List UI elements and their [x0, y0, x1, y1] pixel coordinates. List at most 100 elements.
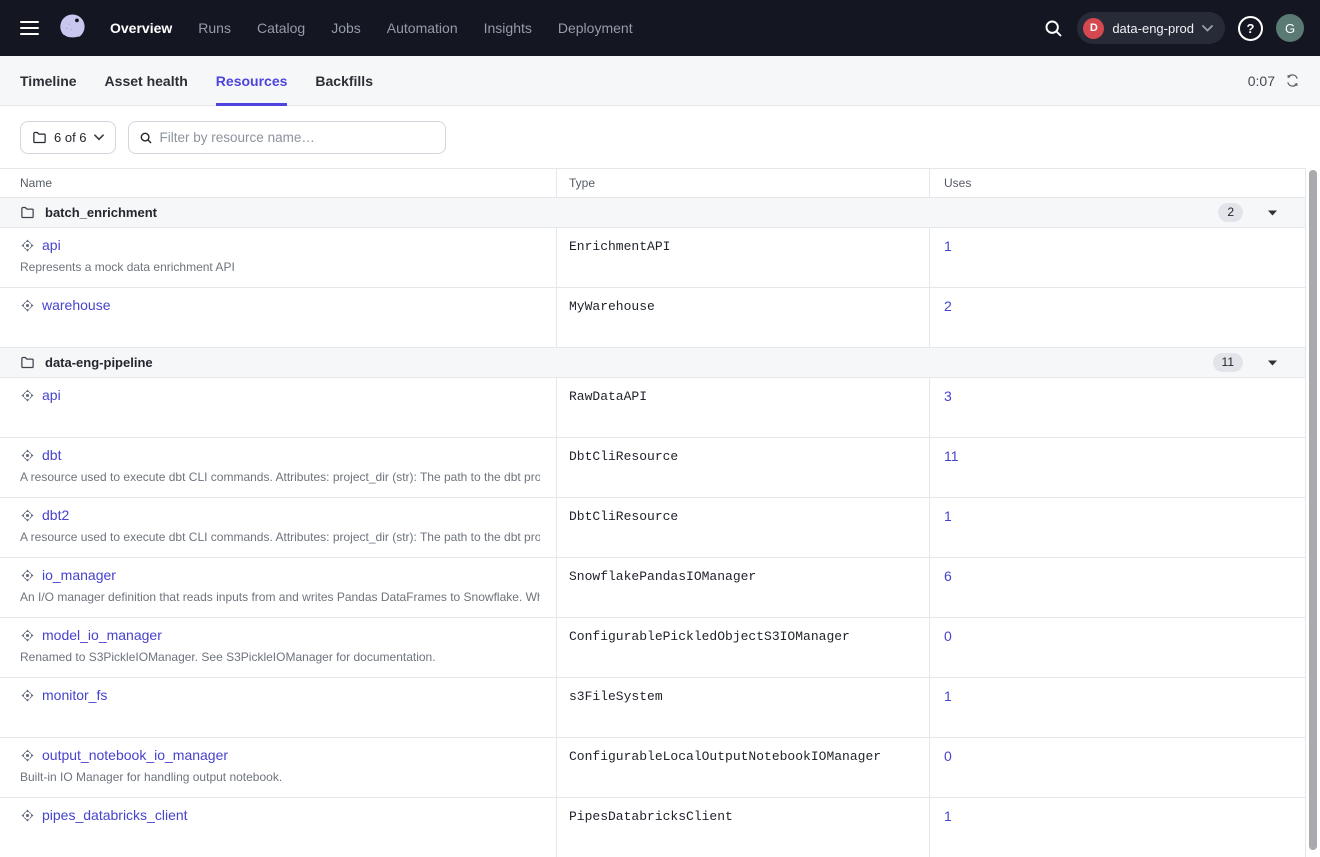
- folder-icon: [32, 130, 47, 145]
- resource-uses-link[interactable]: 1: [944, 238, 952, 254]
- collapse-caret-icon: [1268, 360, 1277, 366]
- resource-name-cell: output_notebook_io_manager Built-in IO Ma…: [0, 738, 557, 797]
- hamburger-menu-icon[interactable]: [16, 15, 42, 41]
- resource-icon: [20, 628, 35, 643]
- resource-row-data-eng-pipeline-io-manager: io_manager An I/O manager definition that…: [0, 558, 1305, 618]
- group-row-data-eng-pipeline[interactable]: data-eng-pipeline11: [0, 348, 1305, 378]
- resource-link[interactable]: api: [42, 237, 61, 253]
- resource-icon: [20, 688, 35, 703]
- collapse-toggle[interactable]: [1268, 210, 1277, 216]
- deployment-initial-badge: D: [1083, 18, 1104, 39]
- search-icon[interactable]: [1043, 18, 1064, 39]
- resource-uses-link[interactable]: 6: [944, 568, 952, 584]
- resource-type: MyWarehouse: [557, 288, 930, 347]
- resource-type: PipesDatabricksClient: [557, 798, 930, 857]
- top-nav-bar: Overview Runs Catalog Jobs Automation Insight…: [0, 0, 1320, 56]
- tab-asset-health[interactable]: Asset health: [105, 56, 188, 105]
- group-count-badge: 2: [1218, 203, 1243, 222]
- resource-link[interactable]: io_manager: [42, 567, 116, 583]
- resource-icon: [20, 508, 35, 523]
- resource-search-box: [128, 121, 446, 154]
- chevron-down-icon: [1202, 25, 1213, 32]
- dagster-logo: [54, 10, 90, 46]
- column-header-uses: Uses: [930, 169, 1305, 197]
- resource-uses-link[interactable]: 1: [944, 808, 952, 824]
- resource-name-cell: pipes_databricks_client: [0, 798, 557, 857]
- resource-link[interactable]: api: [42, 387, 61, 403]
- resource-uses-link[interactable]: 2: [944, 298, 952, 314]
- tabs: Timeline Asset health Resources Backfills: [20, 56, 373, 105]
- resource-uses-link[interactable]: 3: [944, 388, 952, 404]
- resource-uses-link[interactable]: 0: [944, 628, 952, 644]
- resource-link[interactable]: dbt2: [42, 507, 69, 523]
- nav-item-overview[interactable]: Overview: [110, 20, 172, 36]
- resource-link[interactable]: pipes_databricks_client: [42, 807, 188, 823]
- help-icon[interactable]: ?: [1238, 16, 1263, 41]
- resource-name-cell: api Represents a mock data enrichment API: [0, 228, 557, 287]
- tab-resources[interactable]: Resources: [216, 56, 288, 105]
- resource-description: A resource used to execute dbt CLI comma…: [20, 470, 540, 484]
- deployment-switcher[interactable]: D data-eng-prod: [1077, 12, 1225, 44]
- user-avatar[interactable]: G: [1276, 14, 1304, 42]
- resource-icon: [20, 568, 35, 583]
- resource-uses-link[interactable]: 11: [944, 448, 959, 464]
- resource-uses-link[interactable]: 1: [944, 688, 952, 704]
- resource-type: DbtCliResource: [557, 438, 930, 497]
- nav-item-insights[interactable]: Insights: [484, 20, 532, 36]
- resource-name-cell: api: [0, 378, 557, 437]
- resource-link[interactable]: monitor_fs: [42, 687, 107, 703]
- refresh-icon[interactable]: [1285, 73, 1300, 88]
- group-name: data-eng-pipeline: [45, 355, 153, 370]
- resources-table: Name Type Uses batch_enrichment2api Repre…: [0, 168, 1306, 857]
- table-header: Name Type Uses: [0, 169, 1305, 198]
- nav-item-catalog[interactable]: Catalog: [257, 20, 305, 36]
- nav-item-runs[interactable]: Runs: [198, 20, 231, 36]
- resource-name-cell: monitor_fs: [0, 678, 557, 737]
- resource-description: Renamed to S3PickleIOManager. See S3Pick…: [20, 650, 540, 664]
- deployment-name: data-eng-prod: [1112, 21, 1194, 36]
- resource-search-input[interactable]: [160, 130, 435, 145]
- column-header-name: Name: [0, 169, 557, 197]
- resource-row-data-eng-pipeline-dbt2: dbt2 A resource used to execute dbt CLI c…: [0, 498, 1305, 558]
- resource-description: Built-in IO Manager for handling output …: [20, 770, 540, 784]
- resource-description: A resource used to execute dbt CLI comma…: [20, 530, 540, 544]
- collapse-toggle[interactable]: [1268, 360, 1277, 366]
- resource-icon: [20, 748, 35, 763]
- vertical-scrollbar[interactable]: [1309, 170, 1317, 850]
- resource-type: DbtCliResource: [557, 498, 930, 557]
- folder-icon: [20, 355, 35, 370]
- resource-type: SnowflakePandasIOManager: [557, 558, 930, 617]
- column-header-type: Type: [557, 169, 930, 197]
- resource-name-cell: dbt2 A resource used to execute dbt CLI c…: [0, 498, 557, 557]
- resource-type: ConfigurablePickledObjectS3IOManager: [557, 618, 930, 677]
- resource-row-data-eng-pipeline-pipes-databricks-client: pipes_databricks_client PipesDatabricksCl…: [0, 798, 1305, 857]
- resource-table-body: batch_enrichment2api Represents a mock da…: [0, 198, 1305, 857]
- resource-row-data-eng-pipeline-dbt: dbt A resource used to execute dbt CLI co…: [0, 438, 1305, 498]
- resource-link[interactable]: dbt: [42, 447, 61, 463]
- group-filter-label: 6 of 6: [54, 130, 87, 145]
- nav-item-jobs[interactable]: Jobs: [331, 20, 361, 36]
- tab-backfills[interactable]: Backfills: [315, 56, 373, 105]
- resource-uses-link[interactable]: 0: [944, 748, 952, 764]
- group-row-batch-enrichment[interactable]: batch_enrichment2: [0, 198, 1305, 228]
- resource-link[interactable]: warehouse: [42, 297, 111, 313]
- nav-item-deployment[interactable]: Deployment: [558, 20, 633, 36]
- group-filter-dropdown[interactable]: 6 of 6: [20, 121, 116, 154]
- resource-uses-link[interactable]: 1: [944, 508, 952, 524]
- resource-link[interactable]: model_io_manager: [42, 627, 162, 643]
- folder-icon: [20, 205, 35, 220]
- resource-row-data-eng-pipeline-api: apiRawDataAPI3: [0, 378, 1305, 438]
- resource-link[interactable]: output_notebook_io_manager: [42, 747, 228, 763]
- resource-row-batch-enrichment-warehouse: warehouse MyWarehouse 2: [0, 288, 1305, 348]
- resource-name-cell: io_manager An I/O manager definition that…: [0, 558, 557, 617]
- filter-bar: 6 of 6: [0, 106, 1320, 168]
- nav-item-automation[interactable]: Automation: [387, 20, 458, 36]
- resource-type: s3FileSystem: [557, 678, 930, 737]
- tab-timeline[interactable]: Timeline: [20, 56, 77, 105]
- top-right-cluster: D data-eng-prod ? G: [1043, 12, 1304, 44]
- resource-row-data-eng-pipeline-monitor-fs: monitor_fs s3FileSystem 1: [0, 678, 1305, 738]
- search-icon: [139, 131, 153, 145]
- resource-description: Represents a mock data enrichment API: [20, 260, 540, 274]
- resource-icon: [20, 298, 35, 313]
- resource-description: An I/O manager definition that reads inp…: [20, 590, 540, 604]
